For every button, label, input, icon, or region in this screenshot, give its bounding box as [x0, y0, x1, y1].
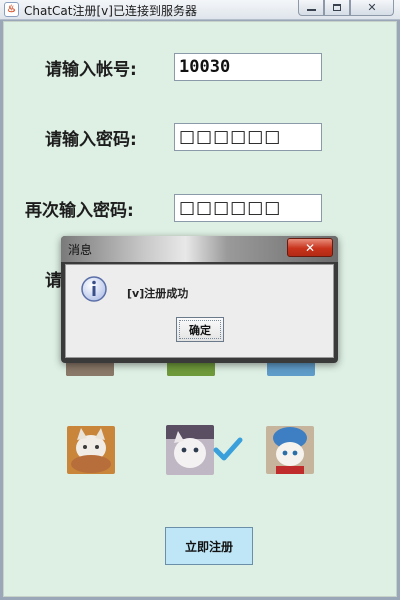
account-label: 请输入帐号:	[45, 60, 137, 80]
password-input[interactable]: □□□□□□	[174, 123, 322, 151]
dialog-close-button[interactable]: ✕	[287, 238, 333, 257]
close-icon: ✕	[304, 240, 316, 255]
window-controls: ✕	[298, 0, 394, 18]
dialog-body: [v]注册成功 确定	[65, 264, 334, 358]
cat-photo-icon	[166, 425, 214, 475]
confirm-password-input[interactable]: □□□□□□	[174, 194, 322, 222]
cat-photo-icon	[67, 426, 115, 474]
window-title: ChatCat注册[v]已连接到服务器	[24, 4, 197, 18]
dialog-title-bar[interactable]: 消息 ✕	[61, 236, 338, 262]
confirm-password-label: 再次输入密码:	[25, 201, 134, 221]
avatar-label: 请	[45, 271, 62, 291]
message-dialog: 消息 ✕ [v]注册成功 确定	[61, 236, 338, 363]
account-input[interactable]: 10030	[174, 53, 322, 81]
dialog-title: 消息	[68, 243, 93, 257]
minimize-icon	[306, 8, 316, 11]
close-icon: ✕	[367, 1, 377, 14]
maximize-button[interactable]	[324, 0, 350, 16]
checkmark-icon	[213, 437, 243, 461]
info-icon	[81, 276, 107, 302]
title-bar[interactable]: ♨ ChatCat注册[v]已连接到服务器 ✕	[0, 0, 400, 20]
ok-button[interactable]: 确定	[176, 317, 224, 342]
java-cup-icon: ♨	[4, 2, 19, 17]
password-label: 请输入密码:	[45, 130, 137, 150]
avatar-option-4[interactable]	[67, 426, 115, 474]
avatar-option-5[interactable]	[166, 425, 214, 475]
cat-photo-icon	[266, 426, 314, 474]
minimize-button[interactable]	[298, 0, 324, 16]
avatar-option-6[interactable]	[266, 426, 314, 474]
maximize-icon	[333, 4, 341, 11]
register-button[interactable]: 立即注册	[165, 527, 253, 565]
close-button[interactable]: ✕	[350, 0, 394, 16]
dialog-message: [v]注册成功	[127, 287, 189, 300]
